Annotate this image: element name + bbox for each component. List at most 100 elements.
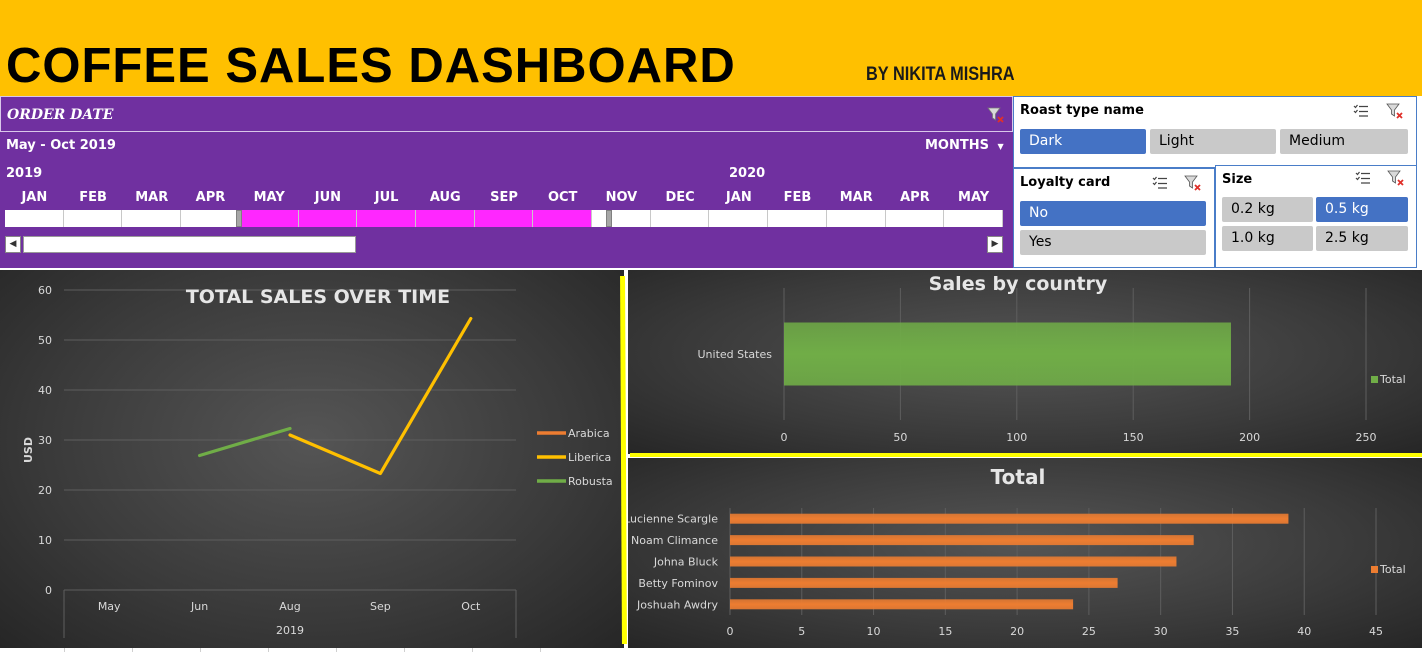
clear-filter-icon[interactable]	[1387, 169, 1405, 187]
timeline-month-cell[interactable]	[709, 210, 769, 227]
timeline-level-label: MONTHS	[925, 138, 989, 153]
size-option-0-2kg[interactable]: 0.2 kg	[1222, 197, 1313, 222]
timeline-month-label: NOV	[605, 190, 638, 205]
timeline-month-cell[interactable]	[415, 210, 475, 227]
timeline-month-label: JAN	[21, 190, 48, 205]
y-tick-label: 40	[38, 384, 52, 397]
line-chart-svg: 0 10 20 30 40 50 60 May Jun Aug Sep Oct 2019 USD TOTAL…	[22, 284, 613, 638]
roast-option-medium[interactable]: Medium	[1280, 129, 1408, 154]
timeline-month-cell[interactable]	[5, 210, 64, 227]
series-line-robusta	[198, 426, 292, 458]
loyalty-card-slicer: Loyalty card No Yes	[1013, 168, 1215, 268]
sheet-gridline	[472, 648, 473, 652]
sheet-gridline	[404, 648, 405, 652]
clear-filter-icon[interactable]	[987, 106, 1005, 124]
order-date-timeline[interactable]: ORDER DATE May - Oct 2019 MONTHS ▼ 2019 …	[0, 96, 1013, 268]
category-label: Betty Fominov	[638, 577, 718, 590]
timeline-scrollbar[interactable]: ◀ ▶	[5, 236, 1003, 253]
sheet-gridline	[200, 648, 201, 652]
loyalty-option-no[interactable]: No	[1020, 201, 1206, 226]
roast-option-dark[interactable]: Dark	[1020, 129, 1146, 154]
loyalty-slicer-title: Loyalty card	[1020, 175, 1111, 190]
timeline-title: ORDER DATE	[7, 107, 114, 123]
x-tick-label: 0	[727, 625, 734, 638]
bar-noam-climance	[730, 535, 1194, 546]
legend-label: Total	[1379, 373, 1406, 386]
category-label: Lucienne Scargle	[628, 513, 718, 526]
dashboard-header: COFFEE SALES DASHBOARD BY NIKITA MISHRA	[0, 0, 1422, 96]
multi-select-icon[interactable]	[1152, 176, 1168, 190]
bar-johna-bluck	[730, 556, 1177, 567]
timeline-month-cell[interactable]	[533, 210, 593, 227]
country-chart-svg: 0 50 100 150 200 250 Sales by country United St…	[698, 273, 1406, 444]
timeline-month-cell[interactable]	[944, 210, 1003, 227]
size-option-2-5kg[interactable]: 2.5 kg	[1316, 226, 1408, 251]
timeline-month-cell[interactable]	[768, 210, 827, 227]
timeline-month-label: JAN	[725, 190, 752, 205]
size-option-0-5kg[interactable]: 0.5 kg	[1316, 197, 1408, 222]
chart-title: Total	[991, 465, 1046, 489]
author-byline: BY NIKITA MISHRA	[866, 64, 1015, 85]
timeline-month-label: MAY	[958, 190, 990, 205]
timeline-month-cell[interactable]	[239, 210, 299, 227]
customer-chart-svg: 0 5 10 15 20 25 30 35 40 45 Total Lucienne Scargle N…	[624, 465, 1406, 638]
timeline-year-2020: 2020	[729, 166, 766, 181]
bar-betty-fominov	[730, 577, 1118, 588]
sheet-gridline	[336, 648, 337, 652]
category-label: Joshuah Awdry	[636, 598, 718, 611]
clear-filter-icon[interactable]	[1386, 102, 1404, 120]
timeline-month-cell[interactable]	[181, 210, 240, 227]
category-label: Johna Bluck	[653, 556, 719, 569]
loyalty-option-yes[interactable]: Yes	[1020, 230, 1206, 255]
timeline-month-cell[interactable]	[592, 210, 651, 227]
scroll-left-icon[interactable]: ◀	[5, 236, 21, 253]
scroll-right-icon[interactable]: ▶	[987, 236, 1003, 253]
timeline-month-cell[interactable]	[357, 210, 416, 227]
timeline-start-handle[interactable]	[236, 210, 242, 227]
top-customers-chart[interactable]: 0 5 10 15 20 25 30 35 40 45 Total Lucienne Scargle N…	[624, 458, 1422, 648]
timeline-end-handle[interactable]	[606, 210, 612, 227]
timeline-month-cell[interactable]	[827, 210, 886, 227]
timeline-month-cell[interactable]	[886, 210, 945, 227]
y-tick-label: 50	[38, 334, 52, 347]
legend-label: Total	[1379, 563, 1406, 576]
timeline-month-label: DEC	[665, 190, 695, 205]
x-tick-label: 20	[1010, 625, 1024, 638]
series-line-liberica	[288, 316, 473, 476]
size-option-1-0kg[interactable]: 1.0 kg	[1222, 226, 1313, 251]
timeline-month-cell[interactable]	[651, 210, 710, 227]
x-tick-label: Jun	[190, 600, 208, 613]
timeline-level-dropdown[interactable]: MONTHS ▼	[925, 138, 1004, 153]
y-tick-label: 20	[38, 484, 52, 497]
x-tick-label: 35	[1225, 625, 1239, 638]
y-tick-label: 0	[45, 584, 52, 597]
sheet-gridline	[64, 648, 65, 652]
timeline-month-label: MAR	[839, 190, 873, 205]
timeline-bar[interactable]	[5, 210, 1003, 227]
timeline-month-cell[interactable]	[298, 210, 358, 227]
x-tick-label: 200	[1239, 431, 1260, 444]
sales-by-country-chart[interactable]: 0 50 100 150 200 250 Sales by country United St…	[628, 270, 1422, 454]
clear-filter-icon[interactable]	[1184, 174, 1202, 192]
roast-option-light[interactable]: Light	[1150, 129, 1276, 154]
x-tick-label: May	[98, 600, 121, 613]
roast-type-slicer: Roast type name Dark Light Medium	[1013, 96, 1417, 168]
timeline-month-label: JUL	[374, 190, 399, 205]
timeline-month-label: MAR	[135, 190, 169, 205]
timeline-month-cell[interactable]	[122, 210, 182, 227]
multi-select-icon[interactable]	[1355, 171, 1371, 185]
timeline-month-cell[interactable]	[64, 210, 123, 227]
x-tick-label: 40	[1297, 625, 1311, 638]
size-slicer-title: Size	[1222, 172, 1253, 187]
category-label: United States	[698, 348, 773, 361]
scroll-thumb[interactable]	[23, 236, 356, 253]
timeline-month-cell[interactable]	[474, 210, 534, 227]
y-axis-label: USD	[22, 437, 35, 463]
multi-select-icon[interactable]	[1353, 104, 1369, 118]
sales-over-time-chart[interactable]: 0 10 20 30 40 50 60 May Jun Aug Sep Oct 2019 USD TOTAL…	[0, 270, 624, 648]
legend-swatch	[1371, 376, 1378, 383]
legend-label: Liberica	[568, 451, 611, 464]
category-label: Noam Climance	[631, 534, 718, 547]
x-tick-label: 250	[1356, 431, 1377, 444]
chart-title: Sales by country	[929, 273, 1108, 295]
